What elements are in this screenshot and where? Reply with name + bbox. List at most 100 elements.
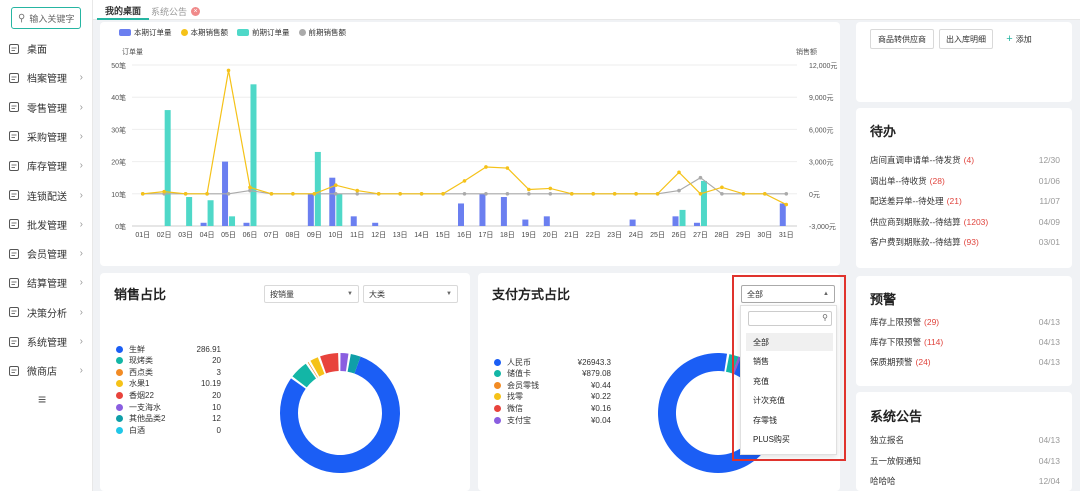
bar-current-orders[interactable] [543,216,550,226]
sidebar-item[interactable]: 系统管理 › [0,327,93,356]
bar-current-orders[interactable] [672,216,679,226]
sidebar-item[interactable]: 零售管理 › [0,93,93,122]
legend-item[interactable]: 找零 ¥0.22 [494,391,611,403]
sidebar-item[interactable]: 会员管理 › [0,239,93,268]
legend-item[interactable]: 水果1 10.19 [116,378,221,390]
bar-current-orders[interactable] [243,222,250,226]
sidebar-item[interactable]: 批发管理 › [0,210,93,239]
bar-current-orders[interactable] [479,193,486,226]
point-current-sales[interactable] [612,192,617,196]
supplier-transfer-button[interactable]: 商品转供应商 [870,29,934,49]
point-current-sales[interactable] [419,192,424,196]
sales-category-select[interactable]: 大类 ▼ [363,285,458,303]
point-previous-sales[interactable] [462,192,467,196]
bar-previous-orders[interactable] [314,151,321,226]
bar-current-orders[interactable] [522,219,529,226]
point-previous-sales[interactable] [548,192,553,196]
point-current-sales[interactable] [312,192,317,196]
point-current-sales[interactable] [462,179,467,183]
list-item[interactable]: 保质期预警 (24) 04/13 [870,355,1060,369]
close-icon[interactable]: × [191,7,201,16]
legend-item[interactable]: 本期订单量 [119,27,172,38]
tab-system-notice[interactable]: 系统公告 × [143,3,208,20]
bar-current-orders[interactable] [307,193,314,226]
point-current-sales[interactable] [269,192,274,196]
bar-current-orders[interactable] [779,203,786,226]
list-item[interactable]: 调出单--待收货 (28) 01/06 [870,174,1060,188]
bar-current-orders[interactable] [200,222,207,226]
point-current-sales[interactable] [333,183,338,188]
legend-item[interactable]: 白酒 0 [116,424,221,436]
point-previous-sales[interactable] [784,192,789,196]
list-item[interactable]: 库存下限预警 (114) 04/13 [870,335,1060,349]
point-current-sales[interactable] [291,192,295,196]
point-current-sales[interactable] [140,192,145,196]
sidebar-item[interactable]: 库存管理 › [0,151,93,180]
stock-detail-button[interactable]: 出入库明细 [939,29,993,49]
legend-item[interactable]: 香烟22 20 [116,389,221,401]
point-previous-sales[interactable] [527,192,531,196]
list-item[interactable]: 独立报名 04/13 [870,433,1060,447]
sidebar-item[interactable]: 档案管理 › [0,63,93,92]
bar-current-orders[interactable] [629,219,636,226]
point-previous-sales[interactable] [677,188,681,193]
bar-previous-orders[interactable] [164,110,171,226]
bar-previous-orders[interactable] [229,216,236,226]
legend-item[interactable]: 前期销售额 [298,27,346,38]
point-current-sales[interactable] [527,187,531,192]
point-current-sales[interactable] [548,186,553,191]
legend-item[interactable]: 人民币 ¥26943.3 [494,356,611,368]
point-previous-sales[interactable] [698,175,703,180]
bar-previous-orders[interactable] [250,84,257,226]
collapse-menu-icon[interactable]: ≡ [38,391,46,407]
list-item[interactable]: 客户费到期账款--待结算 (93) 03/01 [870,235,1060,249]
legend-item[interactable]: 微信 ¥0.16 [494,402,611,414]
point-current-sales[interactable] [162,189,166,194]
bar-current-orders[interactable] [693,222,700,226]
point-current-sales[interactable] [183,192,188,196]
point-current-sales[interactable] [784,202,789,207]
bar-current-orders[interactable] [500,197,507,226]
list-item[interactable]: 五一放假通知 04/13 [870,454,1060,468]
legend-item[interactable]: 会员零钱 ¥0.44 [494,379,611,391]
point-current-sales[interactable] [741,192,746,196]
bar-current-orders[interactable] [350,216,357,226]
point-current-sales[interactable] [763,192,767,196]
legend-item[interactable]: 储值卡 ¥879.08 [494,368,611,380]
legend-item[interactable]: 其他品类2 12 [116,413,221,425]
add-button[interactable]: + 添加 [997,29,1041,49]
legend-item[interactable]: 一支海水 10 [116,401,221,413]
point-previous-sales[interactable] [505,192,510,196]
sidebar-item[interactable]: 决策分析 › [0,298,93,327]
point-previous-sales[interactable] [355,192,360,196]
point-current-sales[interactable] [398,192,402,196]
list-item[interactable]: 配送差异单--待处理 (21) 11/07 [870,194,1060,208]
bar-previous-orders[interactable] [679,209,686,226]
point-previous-sales[interactable] [333,192,338,196]
legend-item[interactable]: 现烤类 20 [116,355,221,367]
legend-item[interactable]: 西点类 3 [116,366,221,378]
point-current-sales[interactable] [720,185,724,190]
donut-slice[interactable] [340,353,349,372]
point-current-sales[interactable] [677,170,681,175]
sidebar-item[interactable]: 连锁配送 › [0,181,93,210]
point-current-sales[interactable] [591,192,596,196]
point-current-sales[interactable] [634,192,638,196]
sidebar-item[interactable]: 采购管理 › [0,122,93,151]
legend-item[interactable]: 生鲜 286.91 [116,343,221,355]
point-current-sales[interactable] [569,192,574,196]
bar-previous-orders[interactable] [207,200,214,226]
sidebar-item[interactable]: 结算管理 › [0,268,93,297]
bar-previous-orders[interactable] [186,197,193,226]
point-current-sales[interactable] [655,192,660,196]
point-current-sales[interactable] [698,192,703,196]
point-current-sales[interactable] [355,188,360,193]
point-previous-sales[interactable] [720,192,724,196]
list-item[interactable]: 供应商到期账款--待结算 (1203) 04/09 [870,215,1060,229]
list-item[interactable]: 库存上限预警 (29) 04/13 [870,315,1060,329]
legend-item[interactable]: 本期销售额 [180,27,228,38]
point-previous-sales[interactable] [248,188,252,193]
point-current-sales[interactable] [505,166,510,170]
bar-previous-orders[interactable] [336,193,343,226]
sidebar-item[interactable]: 微商店 › [0,356,93,385]
